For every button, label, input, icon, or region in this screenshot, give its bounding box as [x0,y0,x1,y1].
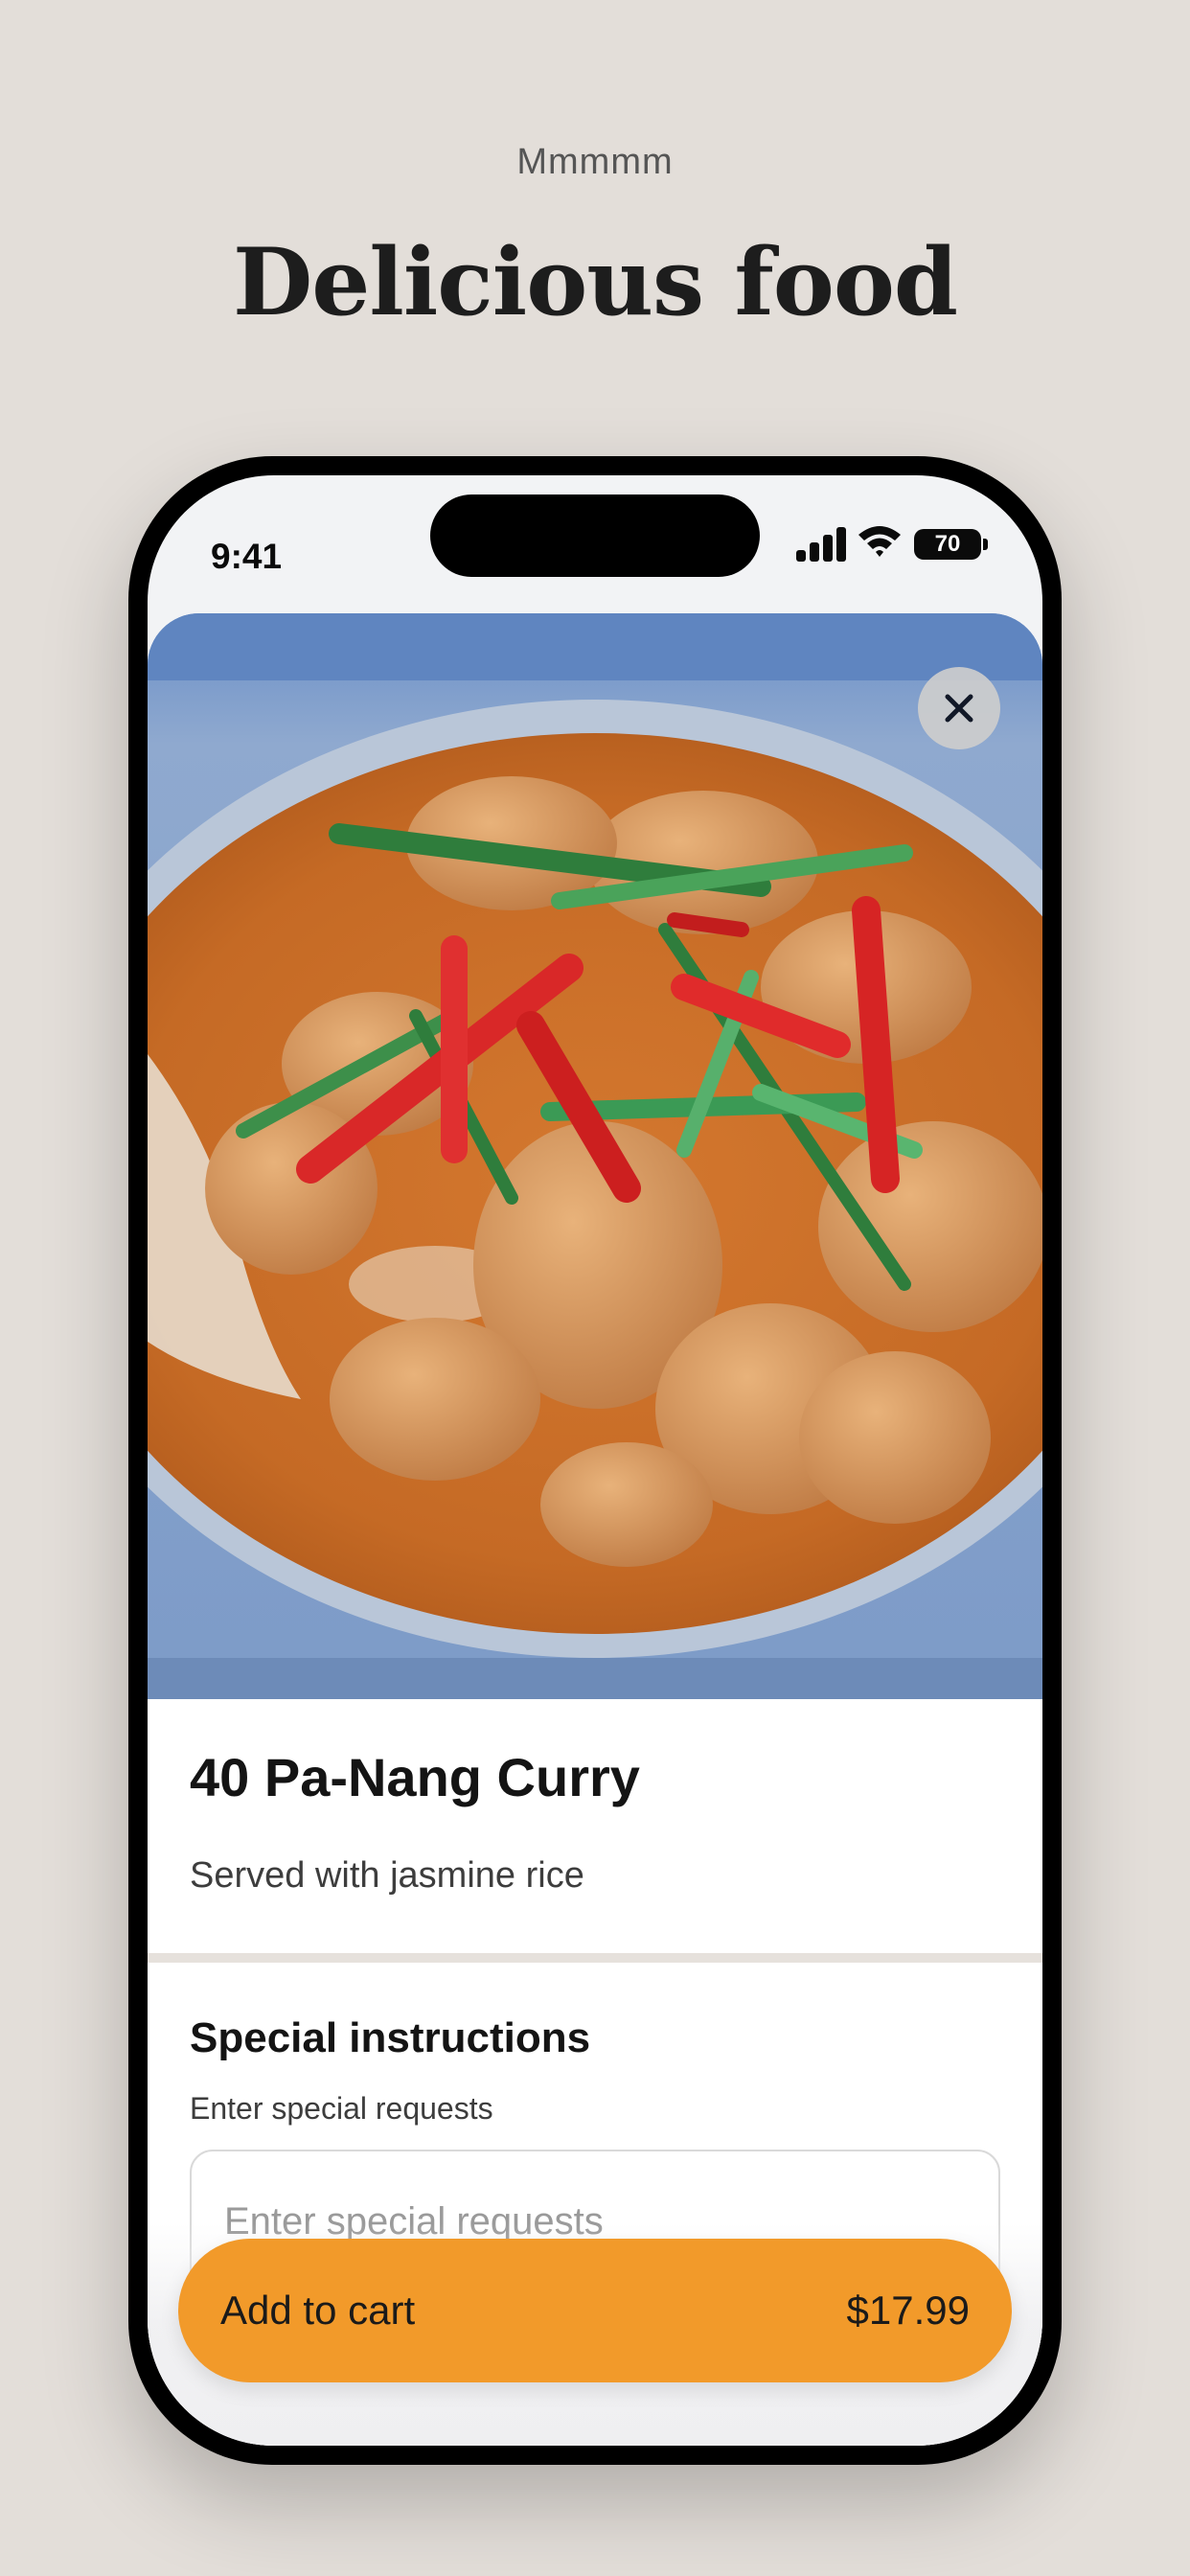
phone-screen: 9:41 70 40 Pa-Nang Curry Served with jas… [148,475,1042,2446]
add-to-cart-button[interactable]: Add to cart $17.99 [178,2239,1012,2382]
close-icon [945,694,973,723]
special-instructions-label: Enter special requests [190,2091,493,2126]
battery-tip [983,539,988,550]
item-detail-sheet: 40 Pa-Nang Curry Served with jasmine ric… [148,613,1042,2446]
close-button[interactable] [918,667,1000,749]
eyebrow-text: Mmmmm [516,142,674,182]
dynamic-island [430,494,760,577]
section-divider [148,1953,1042,1963]
phone-frame: 9:41 70 40 Pa-Nang Curry Served with jas… [128,456,1062,2465]
cart-price: $17.99 [846,2288,970,2333]
app-showcase-page: Mmmmm Delicious food 9:41 70 40 Pa-Nang … [0,0,1190,2576]
page-headline: Delicious food [233,228,958,336]
wifi-icon [858,526,901,557]
battery-icon: 70 [914,529,981,560]
food-photo [148,613,1042,1699]
item-title: 40 Pa-Nang Curry [190,1747,640,1807]
item-description: Served with jasmine rice [190,1855,584,1896]
special-instructions-title: Special instructions [190,2014,591,2061]
signal-icon [796,525,846,562]
status-time: 9:41 [211,537,283,576]
add-to-cart-label: Add to cart [220,2288,416,2333]
